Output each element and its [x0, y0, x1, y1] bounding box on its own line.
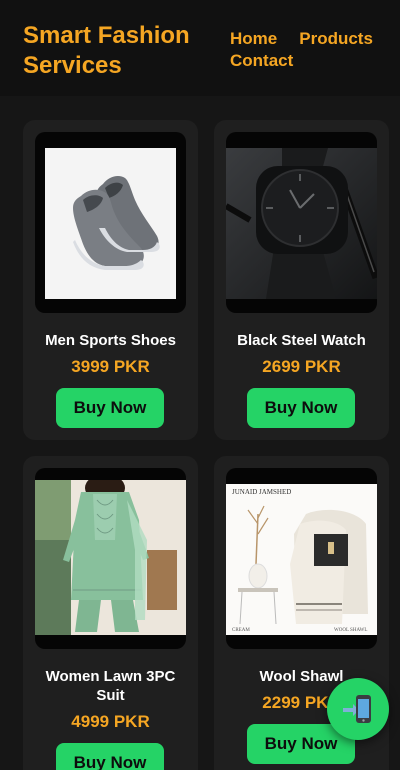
nav-contact-link[interactable]: Contact — [230, 51, 293, 71]
mobile-phone-icon — [343, 695, 371, 723]
product-card: Men Sports Shoes 3999 PKR Buy Now — [23, 120, 198, 440]
product-price: 3999 PKR — [71, 357, 150, 376]
nav-products-link[interactable]: Products — [299, 29, 373, 49]
product-image-frame — [226, 132, 377, 313]
nav-home-link[interactable]: Home — [230, 29, 277, 49]
product-name: Men Sports Shoes — [45, 332, 176, 349]
shoes-image — [45, 148, 176, 299]
buy-now-button[interactable]: Buy Now — [56, 388, 164, 428]
product-name: Women Lawn 3PC Suit — [45, 668, 176, 704]
shawl-tag-right: WOOL SHAWL — [334, 628, 367, 633]
product-card: Women Lawn 3PC Suit 4999 PKR Buy Now — [23, 456, 198, 770]
buy-now-button[interactable]: Buy Now — [56, 743, 164, 770]
floating-contact-button[interactable] — [327, 678, 389, 740]
brand-title[interactable]: Smart Fashion Services — [23, 21, 203, 81]
product-card: Black Steel Watch 2699 PKR Buy Now — [214, 120, 389, 440]
shawl-brand-text: JUNAID JAMSHED — [232, 488, 291, 496]
lawn-suit-image — [35, 480, 186, 635]
product-image-frame — [35, 132, 186, 313]
product-name: Black Steel Watch — [237, 332, 366, 349]
watch-image — [226, 148, 377, 299]
wool-shawl-image: JUNAID JAMSHED CREAM WOOL SHAWL — [226, 484, 377, 635]
site-header: Smart Fashion Services Home Products Con… — [0, 0, 400, 96]
product-image-frame — [35, 468, 186, 649]
product-price: 4999 PKR — [71, 712, 150, 731]
shawl-tag-left: CREAM — [232, 628, 250, 633]
product-price: 2699 PKR — [262, 357, 341, 376]
main-nav: Home Products Contact — [230, 29, 390, 71]
buy-now-button[interactable]: Buy Now — [247, 388, 355, 428]
product-image-frame: JUNAID JAMSHED CREAM WOOL SHAWL — [226, 468, 377, 649]
